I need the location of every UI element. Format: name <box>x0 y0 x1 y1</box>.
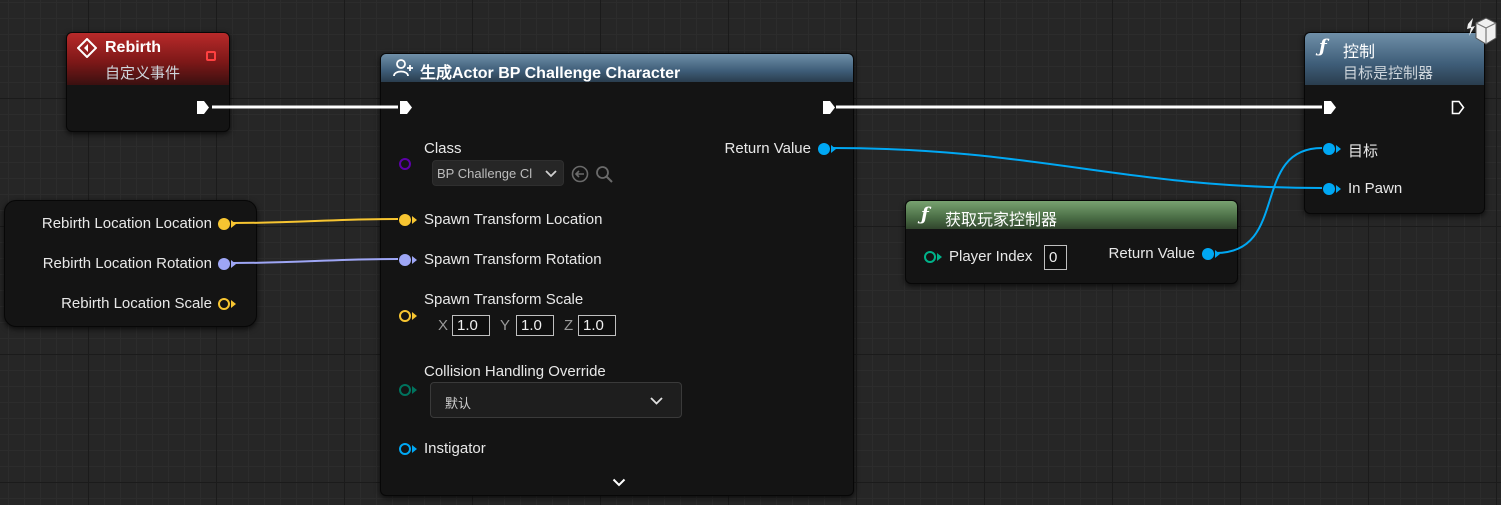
function-icon: ƒ <box>1319 36 1327 57</box>
rebirth-location-scale-label: Rebirth Location Scale <box>61 295 212 312</box>
collision-dropdown-value: 默认 <box>445 396 472 411</box>
spawn-rotation-arrow <box>412 256 417 264</box>
get-player-controller-title: 获取玩家控制器 <box>945 212 1058 229</box>
scale-x-input[interactable]: 1.0 <box>452 315 490 336</box>
scale-y-input[interactable]: 1.0 <box>516 315 554 336</box>
rebirth-node-title: Rebirth <box>105 39 161 56</box>
stop-square-icon <box>206 51 216 61</box>
class-selector-value: BP Challenge Cl <box>437 166 533 181</box>
chevron-down-icon <box>545 170 557 178</box>
possess-target-pin[interactable] <box>1323 143 1335 155</box>
spawn-return-value-arrow <box>831 145 836 153</box>
spawn-actor-node[interactable]: 生成Actor BP Challenge Character Class BP … <box>380 53 854 496</box>
scale-z-axis-label: Z <box>564 317 574 334</box>
spawn-actor-title: 生成Actor BP Challenge Character <box>420 65 681 82</box>
expand-advanced-chevron-icon[interactable] <box>612 478 626 487</box>
possess-in-pawn-label: In Pawn <box>1348 180 1403 197</box>
spawn-rotation-label: Spawn Transform Rotation <box>424 251 602 268</box>
spawn-return-value-pin[interactable] <box>818 143 830 155</box>
instigator-arrow <box>412 445 417 453</box>
collision-dropdown[interactable]: 默认 <box>430 382 682 418</box>
class-label: Class <box>424 140 462 157</box>
controller-return-value-arrow <box>1215 250 1220 258</box>
spawn-return-value-label: Return Value <box>724 140 811 157</box>
collision-arrow <box>412 386 417 394</box>
spawn-actor-header[interactable]: 生成Actor BP Challenge Character <box>381 54 853 82</box>
controller-return-value-pin[interactable] <box>1202 248 1214 260</box>
rebirth-location-rotation-label: Rebirth Location Rotation <box>42 255 212 272</box>
possess-subtitle: 目标是控制器 <box>1343 65 1434 82</box>
possess-title: 控制 <box>1343 44 1376 61</box>
authority-cube-icon <box>1467 17 1497 45</box>
rebirth-location-scale-pin[interactable] <box>218 298 230 310</box>
rebirth-location-scale-arrow <box>231 300 236 308</box>
player-index-pin[interactable] <box>924 251 936 263</box>
class-input-pin[interactable] <box>399 158 411 170</box>
spawn-rotation-pin[interactable] <box>399 254 411 266</box>
spawn-exec-input-pin[interactable] <box>399 100 413 115</box>
rebirth-location-location-label: Rebirth Location Location <box>41 215 212 232</box>
rebirth-node-subtitle: 自定义事件 <box>105 65 181 82</box>
rebirth-location-rotation-pin[interactable] <box>218 258 230 270</box>
class-selector[interactable]: BP Challenge Cl <box>432 160 564 186</box>
spawn-scale-label: Spawn Transform Scale <box>424 291 584 308</box>
possess-in-pawn-arrow <box>1336 185 1341 193</box>
spawn-scale-arrow <box>412 312 417 320</box>
rebirth-exec-output-pin[interactable] <box>196 100 210 115</box>
scale-z-input[interactable]: 1.0 <box>578 315 616 336</box>
use-selected-asset-icon[interactable] <box>571 165 589 183</box>
player-index-input[interactable]: 0 <box>1044 245 1067 270</box>
rebirth-node-header[interactable]: Rebirth 自定义事件 <box>67 33 229 85</box>
spawn-location-arrow <box>412 216 417 224</box>
rebirth-location-rotation-arrow <box>231 260 236 268</box>
possess-header[interactable]: ƒ 控制 目标是控制器 <box>1305 33 1484 85</box>
possess-target-arrow <box>1336 145 1341 153</box>
scale-y-axis-label: Y <box>500 317 511 334</box>
rebirth-location-location-pin[interactable] <box>218 218 230 230</box>
possess-exec-input-pin[interactable] <box>1323 100 1337 115</box>
controller-return-value-label: Return Value <box>1108 245 1195 262</box>
chevron-down-icon <box>650 397 663 405</box>
player-index-label: Player Index <box>949 248 1033 265</box>
get-player-controller-node[interactable]: ƒ 获取玩家控制器 Player Index 0 Return Value <box>905 200 1238 284</box>
collision-pin[interactable] <box>399 384 411 396</box>
instigator-pin[interactable] <box>399 443 411 455</box>
player-index-arrow <box>937 253 942 261</box>
get-player-controller-header[interactable]: ƒ 获取玩家控制器 <box>906 201 1237 229</box>
wire-return-to-inpawn <box>830 147 1323 189</box>
scale-x-axis-label: X <box>438 317 449 334</box>
browse-search-icon[interactable] <box>595 165 614 184</box>
spawn-scale-pin[interactable] <box>399 310 411 322</box>
collision-label: Collision Handling Override <box>424 363 606 380</box>
possess-node[interactable]: ƒ 控制 目标是控制器 目标 In Pawn <box>1304 32 1485 214</box>
event-diamond-icon <box>77 38 97 58</box>
possess-target-label: 目标 <box>1348 143 1379 160</box>
possess-in-pawn-pin[interactable] <box>1323 183 1335 195</box>
spawn-exec-output-pin[interactable] <box>822 100 836 115</box>
function-icon: ƒ <box>921 204 929 225</box>
spawn-location-pin[interactable] <box>399 214 411 226</box>
rebirth-event-node[interactable]: Rebirth 自定义事件 <box>66 32 230 132</box>
spawn-actor-icon <box>393 59 413 77</box>
rebirth-location-location-arrow <box>231 220 236 228</box>
instigator-label: Instigator <box>424 440 486 457</box>
possess-exec-output-pin[interactable] <box>1451 100 1465 115</box>
spawn-location-label: Spawn Transform Location <box>424 211 603 228</box>
rebirth-location-break-node[interactable]: Rebirth Location Location Rebirth Locati… <box>4 200 257 327</box>
